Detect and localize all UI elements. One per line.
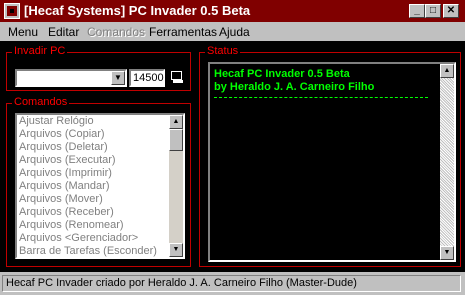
status-title: Status [205, 45, 241, 57]
invadir-pc-title: Invadir PC [12, 45, 68, 57]
arrow-up-icon: ▲ [172, 118, 180, 125]
list-item[interactable]: Arquivos (Imprimir) [17, 167, 183, 180]
list-item[interactable]: Arquivos (Mover) [17, 193, 183, 206]
chevron-down-icon: ▼ [114, 73, 122, 82]
status-line: Hecaf PC Invader 0.5 Beta [214, 68, 350, 80]
scroll-down-button[interactable]: ▼ [169, 243, 183, 257]
list-item[interactable]: Barra de Tarefas (Esconder) [17, 245, 183, 257]
status-separator [214, 97, 428, 98]
list-item[interactable]: Arquivos (Renomear) [17, 219, 183, 232]
close-icon: ✕ [446, 5, 456, 16]
main-window: [Hecaf Systems] PC Invader 0.5 Beta _ □ … [0, 0, 465, 295]
list-item[interactable]: Arquivos (Copiar) [17, 128, 183, 141]
list-item[interactable]: Arquivos (Deletar) [17, 141, 183, 154]
invadir-pc-group: Invadir PC ▼ 14500 [6, 45, 191, 91]
app-icon[interactable] [4, 3, 20, 19]
arrow-down-icon: ▼ [443, 249, 451, 256]
maximize-button[interactable]: □ [425, 4, 441, 18]
status-group: Status Hecaf PC Invader 0.5 Beta by Hera… [199, 45, 461, 267]
scroll-up-button[interactable]: ▲ [440, 64, 454, 78]
arrow-down-icon: ▼ [172, 246, 180, 253]
minimize-icon: _ [414, 5, 420, 16]
menu-item-menu[interactable]: Menu [8, 25, 38, 39]
comandos-group: Comandos Ajustar Relógio Arquivos (Copia… [6, 96, 191, 267]
status-bar-text: Hecaf PC Invader criado por Heraldo J. A… [2, 275, 461, 292]
scroll-thumb[interactable] [169, 129, 183, 151]
list-item[interactable]: Arquivos (Receber) [17, 206, 183, 219]
list-item[interactable]: Arquivos (Executar) [17, 154, 183, 167]
computer-connect-icon[interactable] [170, 70, 184, 86]
list-item[interactable]: Arquivos (Mandar) [17, 180, 183, 193]
comandos-title: Comandos [12, 96, 70, 108]
status-line: by Heraldo J. A. Carneiro Filho [214, 81, 375, 93]
menu-item-editar[interactable]: Editar [48, 25, 79, 39]
minimize-button[interactable]: _ [409, 4, 425, 18]
menu-bar: Menu Editar Comandos Ferramentas Ajuda [0, 22, 465, 41]
scroll-down-button[interactable]: ▼ [440, 246, 454, 260]
commands-scrollbar[interactable]: ▲ ▼ [169, 115, 183, 257]
arrow-up-icon: ▲ [443, 67, 451, 74]
close-button[interactable]: ✕ [443, 4, 459, 18]
list-item[interactable]: Ajustar Relógio [17, 115, 183, 128]
menu-item-ajuda[interactable]: Ajuda [219, 25, 250, 39]
title-bar[interactable]: [Hecaf Systems] PC Invader 0.5 Beta _ □ … [0, 0, 465, 22]
status-scrollbar[interactable]: ▲ ▼ [440, 64, 454, 260]
commands-list[interactable]: Ajustar Relógio Arquivos (Copiar) Arquiv… [15, 113, 185, 259]
window-title: [Hecaf Systems] PC Invader 0.5 Beta [24, 3, 251, 18]
status-log[interactable]: Hecaf PC Invader 0.5 Beta by Heraldo J. … [208, 62, 456, 262]
port-field[interactable]: 14500 [129, 69, 165, 87]
status-bar: Hecaf PC Invader criado por Heraldo J. A… [0, 272, 465, 295]
menu-item-ferramentas[interactable]: Ferramentas [149, 25, 217, 39]
list-item[interactable]: Arquivos <Gerenciador> [17, 232, 183, 245]
maximize-icon: □ [429, 5, 437, 16]
host-combobox[interactable]: ▼ [15, 69, 127, 87]
scroll-up-button[interactable]: ▲ [169, 115, 183, 129]
combo-dropdown-button[interactable]: ▼ [111, 71, 125, 85]
menu-item-comandos: Comandos [87, 25, 146, 39]
